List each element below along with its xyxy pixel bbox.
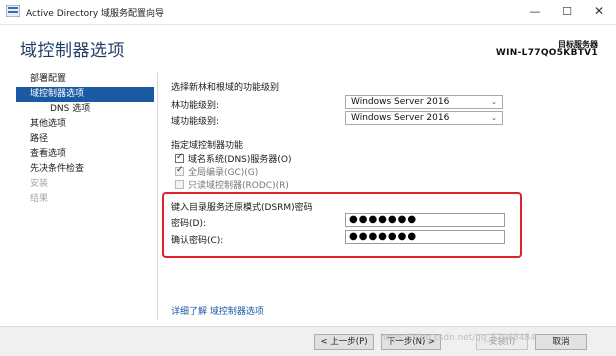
- minimize-button[interactable]: —: [520, 0, 550, 22]
- sidebar-item-deployment-config[interactable]: 部署配置: [16, 72, 154, 87]
- page-title: 域控制器选项: [20, 41, 125, 60]
- sidebar-item-dns-options[interactable]: DNS 选项: [16, 102, 154, 117]
- watermark-text: https://blog.csdn.net/qq_57988484: [380, 333, 536, 343]
- rodc-label: 只读域控制器(RODC)(R): [188, 181, 289, 191]
- sidebar-item-results: 结果: [30, 194, 49, 204]
- forest-level-value: Windows Server 2016: [351, 97, 450, 107]
- checkmark-icon: ✓: [176, 152, 184, 162]
- learn-more-link[interactable]: 详细了解 域控制器选项: [171, 304, 264, 317]
- rodc-checkbox: [175, 180, 184, 189]
- sidebar-item-review-options[interactable]: 查看选项: [16, 147, 154, 162]
- maximize-button[interactable]: ☐: [552, 0, 582, 22]
- dns-server-label: 域名系统(DNS)服务器(O): [188, 155, 292, 165]
- close-button[interactable]: ✕: [584, 0, 614, 22]
- global-catalog-checkbox: ✓: [175, 165, 184, 176]
- functional-level-heading: 选择新林和根域的功能级别: [171, 83, 280, 93]
- window-title: Active Directory 域服务配置向导: [26, 9, 165, 19]
- sidebar-item-prerequisites-check[interactable]: 先决条件检查: [16, 162, 154, 177]
- rodc-checkbox-row: 只读域控制器(RODC)(R): [175, 178, 289, 191]
- domain-level-value: Windows Server 2016: [351, 113, 450, 123]
- dsrm-highlight-box: [162, 192, 522, 258]
- cancel-button[interactable]: 取消: [535, 334, 587, 350]
- checkmark-icon: ✓: [176, 165, 184, 175]
- sidebar-item-installation: 安装: [30, 179, 49, 189]
- target-server-name: WIN-L77QO5KBTV1: [495, 48, 598, 58]
- forest-level-select[interactable]: Windows Server 2016 ⌄: [345, 95, 503, 109]
- domain-level-select[interactable]: Windows Server 2016 ⌄: [345, 111, 503, 125]
- sidebar-item-dc-options[interactable]: 域控制器选项: [16, 87, 154, 102]
- server-manager-icon: [6, 5, 20, 17]
- wizard-sidebar: 部署配置 域控制器选项 DNS 选项 其他选项 路径 查看选项 先决条件检查 安…: [16, 72, 154, 207]
- sidebar-divider: [157, 72, 158, 320]
- dns-server-checkbox[interactable]: ✓: [175, 152, 184, 163]
- domain-level-label: 域功能级别:: [171, 117, 220, 127]
- global-catalog-label: 全局编录(GC)(G): [188, 168, 259, 178]
- sidebar-item-paths[interactable]: 路径: [16, 132, 154, 147]
- back-button[interactable]: < 上一步(P): [314, 334, 374, 350]
- chevron-down-icon: ⌄: [491, 114, 497, 122]
- sidebar-item-additional-options[interactable]: 其他选项: [16, 117, 154, 132]
- capabilities-heading: 指定域控制器功能: [171, 141, 244, 151]
- title-bar: Active Directory 域服务配置向导 — ☐ ✕: [0, 0, 616, 25]
- forest-level-label: 林功能级别:: [171, 101, 220, 111]
- dns-server-checkbox-row[interactable]: ✓ 域名系统(DNS)服务器(O): [175, 152, 292, 165]
- global-catalog-checkbox-row: ✓ 全局编录(GC)(G): [175, 165, 258, 178]
- chevron-down-icon: ⌄: [491, 98, 497, 106]
